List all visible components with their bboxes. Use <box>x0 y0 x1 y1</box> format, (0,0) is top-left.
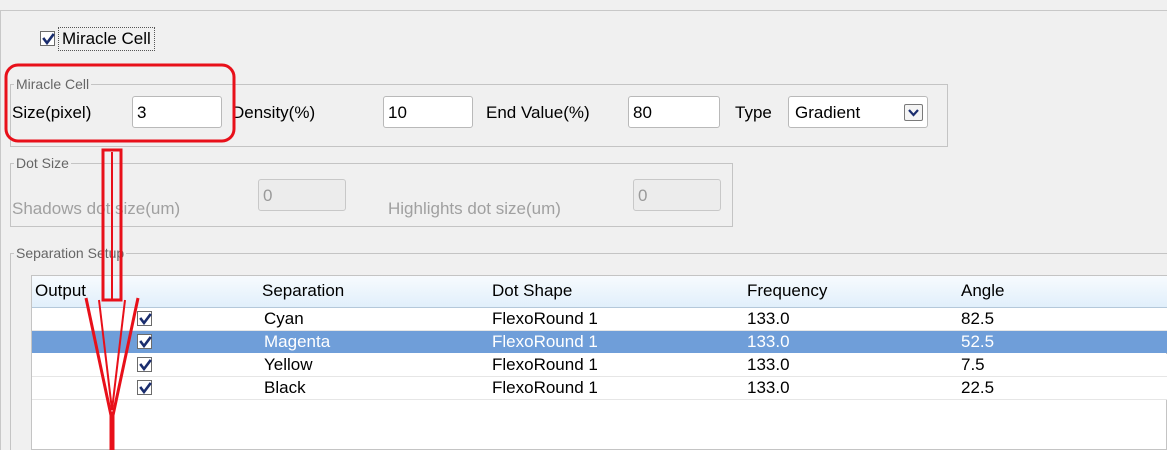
angle-cell: 52.5 <box>961 332 995 351</box>
frequency-cell: 133.0 <box>747 355 790 374</box>
shadows-dot-size-input[interactable]: 0 <box>258 179 346 211</box>
angle-cell: 7.5 <box>961 355 985 374</box>
dropdown-button[interactable] <box>904 104 923 121</box>
separation-cell: Cyan <box>264 309 304 328</box>
end-value-label: End Value(%) <box>486 103 590 122</box>
dot-shape-cell: FlexoRound 1 <box>492 378 598 397</box>
separation-cell: Black <box>264 378 306 397</box>
column-header-frequency[interactable]: Frequency <box>747 281 827 301</box>
table-row[interactable]: Black FlexoRound 1 133.0 22.5 <box>32 377 1167 399</box>
miracle-cell-group-legend: Miracle Cell <box>14 76 92 92</box>
table-header: Output Separation Dot Shape Frequency An… <box>32 276 1167 308</box>
end-value-input[interactable]: 80 <box>628 96 720 128</box>
dot-size-group-legend: Dot Size <box>14 155 71 171</box>
angle-cell: 22.5 <box>961 378 995 397</box>
size-input[interactable]: 3 <box>132 96 222 128</box>
column-header-separation[interactable]: Separation <box>262 281 344 301</box>
frequency-cell: 133.0 <box>747 332 790 351</box>
dot-shape-cell: FlexoRound 1 <box>492 332 598 351</box>
dot-shape-cell: FlexoRound 1 <box>492 355 598 374</box>
highlights-dot-size-label: Highlights dot size(um) <box>388 199 561 218</box>
highlights-dot-size-input[interactable]: 0 <box>633 179 721 211</box>
row-divider <box>32 399 1167 400</box>
separation-setup-group-legend: Separation Setup <box>14 245 127 261</box>
checkmark-icon <box>42 33 55 46</box>
table-row[interactable]: Yellow FlexoRound 1 133.0 7.5 <box>32 354 1167 376</box>
column-header-dot-shape[interactable]: Dot Shape <box>492 281 572 301</box>
output-checkbox[interactable] <box>137 334 152 349</box>
frequency-cell: 133.0 <box>747 309 790 328</box>
angle-cell: 82.5 <box>961 309 995 328</box>
type-select-value: Gradient <box>795 103 861 122</box>
type-select[interactable]: Gradient <box>788 96 928 128</box>
type-label: Type <box>735 103 772 122</box>
checkmark-icon <box>139 382 152 395</box>
checkmark-icon <box>139 313 152 326</box>
separation-cell: Yellow <box>264 355 313 374</box>
table-row-selected[interactable]: Magenta FlexoRound 1 133.0 52.5 <box>32 331 1167 353</box>
output-checkbox[interactable] <box>137 311 152 326</box>
size-label: Size(pixel) <box>12 103 92 122</box>
chevron-down-icon <box>908 109 919 117</box>
column-header-output[interactable]: Output <box>35 281 86 301</box>
density-label: Density(%) <box>232 103 316 122</box>
panel-left-border <box>0 10 1 450</box>
table-row[interactable]: Cyan FlexoRound 1 133.0 82.5 <box>32 308 1167 330</box>
density-input[interactable]: 10 <box>383 96 473 128</box>
separation-cell: Magenta <box>264 332 331 351</box>
miracle-cell-checkbox-label[interactable]: Miracle Cell <box>58 27 155 51</box>
dot-shape-cell: FlexoRound 1 <box>492 309 598 328</box>
panel-top-border <box>0 10 1167 11</box>
shadows-dot-size-label: Shadows dot size(um) <box>12 199 181 218</box>
output-checkbox[interactable] <box>137 357 152 372</box>
separation-table: Output Separation Dot Shape Frequency An… <box>31 275 1167 450</box>
frequency-cell: 133.0 <box>747 378 790 397</box>
checkmark-icon <box>139 336 152 349</box>
miracle-cell-checkbox[interactable] <box>40 31 55 46</box>
checkmark-icon <box>139 359 152 372</box>
column-header-angle[interactable]: Angle <box>961 281 1004 301</box>
output-checkbox[interactable] <box>137 380 152 395</box>
